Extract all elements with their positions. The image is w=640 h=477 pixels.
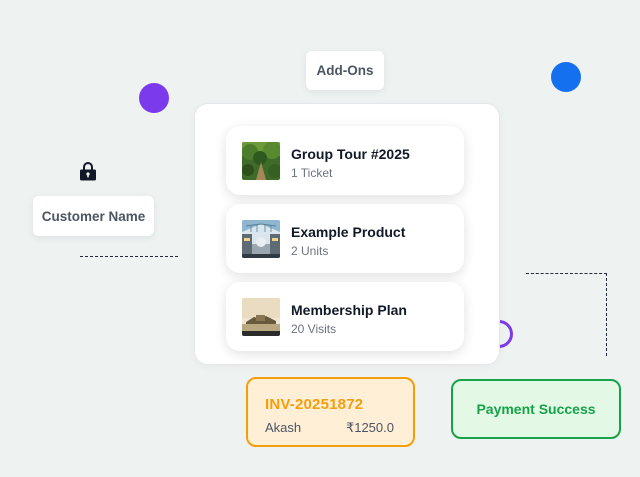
blue-dot-decoration [551, 62, 581, 92]
dashed-connector-right-horizontal [526, 273, 607, 274]
invoice-amount: ₹1250.0 [345, 420, 394, 435]
waterfront-building-thumbnail [242, 298, 280, 336]
cart-panel: Group Tour #2025 1 Ticket Example Produc… [194, 103, 500, 365]
dashed-connector-right-vertical [606, 273, 607, 356]
payment-status-label: Payment Success [476, 401, 596, 417]
cart-item-group-tour[interactable]: Group Tour #2025 1 Ticket [226, 126, 464, 195]
cart-item-example-product[interactable]: Example Product 2 Units [226, 204, 464, 273]
customer-name-label: Customer Name [41, 208, 146, 224]
customer-name-chip[interactable]: Customer Name [33, 196, 154, 236]
cart-item-title: Group Tour #2025 [291, 146, 410, 162]
addons-chip-label: Add-Ons [316, 63, 374, 78]
cart-item-subtitle: 2 Units [291, 244, 329, 258]
cart-item-subtitle: 1 Ticket [291, 166, 333, 180]
invoice-card[interactable]: INV-20251872 Akash ₹1250.0 [246, 377, 415, 447]
payment-status-badge: Payment Success [451, 379, 621, 439]
invoice-number: INV-20251872 [265, 396, 364, 413]
addons-chip[interactable]: Add-Ons [306, 51, 384, 90]
dashed-connector-left [80, 256, 178, 257]
mall-atrium-thumbnail [242, 220, 280, 258]
purple-dot-decoration [139, 83, 169, 113]
cart-item-membership-plan[interactable]: Membership Plan 20 Visits [226, 282, 464, 351]
cart-item-title: Example Product [291, 224, 406, 240]
forest-trail-thumbnail [242, 142, 280, 180]
cart-item-title: Membership Plan [291, 302, 407, 318]
invoice-customer-name: Akash [265, 420, 302, 435]
cart-item-subtitle: 20 Visits [291, 322, 337, 336]
lock-icon [80, 162, 96, 181]
